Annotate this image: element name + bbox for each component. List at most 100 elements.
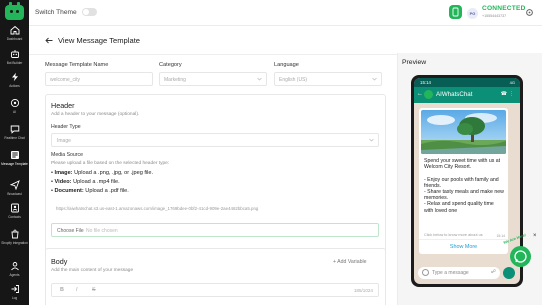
gear-icon[interactable] [525,8,534,17]
widget-button[interactable] [510,246,531,267]
bullet-video-label: Video: [54,179,72,185]
bullet-video-text: Upload a .mp4 file. [71,179,120,185]
bullet-document: • Document: Upload a .pdf file. [51,188,129,194]
choose-file-button[interactable]: Choose File [57,228,84,234]
body-subtitle: Add the main content of your message [51,268,134,273]
template-name-label: Message Template Name [45,62,109,68]
sidebar-item-label: Contacts [8,215,21,219]
toggle-knob [83,9,89,15]
attach-icon: ☍ [490,269,496,275]
sidebar-item-broadcast[interactable]: Broadcast [0,180,29,196]
template-name-field[interactable]: welcome_city [45,72,153,86]
media-source-subtitle: Please upload a file based on the select… [51,161,170,166]
sidebar-item-actions[interactable]: Actions [0,72,29,88]
phone-icon [452,7,459,17]
sidebar: Dashboard Bot Builder Actions AI Realtim… [0,0,29,305]
strikethrough-button[interactable]: S [92,287,96,293]
sidebar-item-realtime-chat[interactable]: Realtime Chat [0,124,29,140]
widget-label: We Are Here! [503,233,527,245]
chat-widget[interactable]: We Are Here! × [503,233,542,272]
bullet-document-label: Document: [54,188,84,194]
language-value: English (US) [279,77,308,83]
sidebar-item-shopify[interactable]: Shopify Integration [0,229,29,245]
divider [29,54,397,55]
chevron-down-icon [369,138,374,142]
body-card: Body Add the main content of your messag… [45,248,386,305]
home-icon [10,25,19,35]
phone-signal: 4G [509,80,515,85]
header-type-select[interactable]: Image [51,133,379,147]
bullet-image-text: Upload a .png, .jpg, or .jpeg file. [72,170,154,176]
sidebar-item-bot-builder[interactable]: Bot Builder [0,49,29,65]
sidebar-item-label: Realtime Chat [4,136,25,140]
body-title: Body [51,257,68,266]
app-logo[interactable] [5,2,24,20]
bullet-image-label: Image: [54,170,73,176]
bot-icon [10,50,19,58]
page-title: View Message Template [58,36,141,45]
contacts-icon [10,203,19,213]
bullet-image: • Image: Upload a .png, .jpg, or .jpeg f… [51,170,154,176]
avatar: PG [467,8,478,19]
phone-time: 15:14 [420,80,431,85]
file-input[interactable]: Choose File No file chosen [51,223,379,237]
category-select[interactable]: Marketing [159,72,267,86]
no-file-text: No file chosen [86,228,118,234]
sidebar-item-label: Dashboard [6,37,23,41]
phone-button[interactable] [449,5,462,19]
message-footer: Click below to know more about us [424,233,483,237]
sidebar-item-label: Agents [9,273,20,277]
bullet-document-text: Upload a .pdf file. [83,188,129,194]
header-image [421,110,506,154]
add-variable-button[interactable]: + Add Variable [333,259,367,265]
sidebar-item-log[interactable]: Log [0,284,29,300]
sidebar-item-message-template[interactable]: Message Template [0,150,29,166]
sidebar-item-label: Actions [9,84,20,88]
top-bar: Switch Theme PG CONNECTED +15554443737 [29,0,542,26]
phone-status-bar: 15:14 4G [414,78,520,87]
chat-icon [10,125,19,134]
close-icon[interactable]: × [533,233,537,239]
sidebar-item-label: AI [12,110,16,114]
chat-header: ← AIWhatsChat ☎⋮ [414,87,520,103]
bold-button[interactable]: B [60,287,64,293]
sidebar-item-ai[interactable]: AI [0,98,29,114]
sidebar-item-dashboard[interactable]: Dashboard [0,25,29,41]
main-content: View Message Template Message Template N… [29,26,397,305]
call-icon: ☎⋮ [500,91,516,97]
sidebar-item-label: Bot Builder [6,61,23,65]
header-type-label: Header Type [51,124,81,130]
chevron-down-icon [372,77,377,81]
chat-avatar [424,90,433,99]
log-icon [11,285,19,293]
back-arrow-icon[interactable] [45,37,53,44]
status-connected: CONNECTED [482,5,526,12]
preview-title: Preview [402,59,427,66]
language-label: Language [274,62,299,68]
agents-icon [10,262,19,271]
show-more-button[interactable]: Show More [419,239,508,254]
category-label: Category [159,62,182,68]
media-url: https://aiwhatschat.s3.us-east-1.amazona… [56,206,259,211]
template-icon [10,151,19,159]
sidebar-item-agents[interactable]: Agents [0,261,29,277]
sidebar-item-contacts[interactable]: Contacts [0,203,29,219]
chevron-down-icon [257,77,262,81]
message-bubble: Spend your sweet time with us at Welcom … [419,108,508,254]
theme-toggle[interactable] [82,8,97,16]
category-value: Marketing [164,77,186,83]
sidebar-item-label: Message Template [1,162,28,166]
sidebar-item-label: Log [11,296,18,300]
message-placeholder: Type a message [432,270,469,276]
status-number: +15554443737 [482,14,507,18]
bolt-icon [11,72,18,82]
header-type-value: Image [57,138,71,144]
ai-icon [10,98,19,108]
header-card: Header Add a header to your message (opt… [45,94,386,266]
message-input-bar: Type a message ☍ [418,267,500,279]
italic-button[interactable]: I [76,287,78,293]
bullet-video: • Video: Upload a .mp4 file. [51,179,120,185]
message-text: Spend your sweet time with us at Welcom … [424,158,504,214]
shopify-icon [11,229,18,239]
language-select[interactable]: English (US) [274,72,382,86]
